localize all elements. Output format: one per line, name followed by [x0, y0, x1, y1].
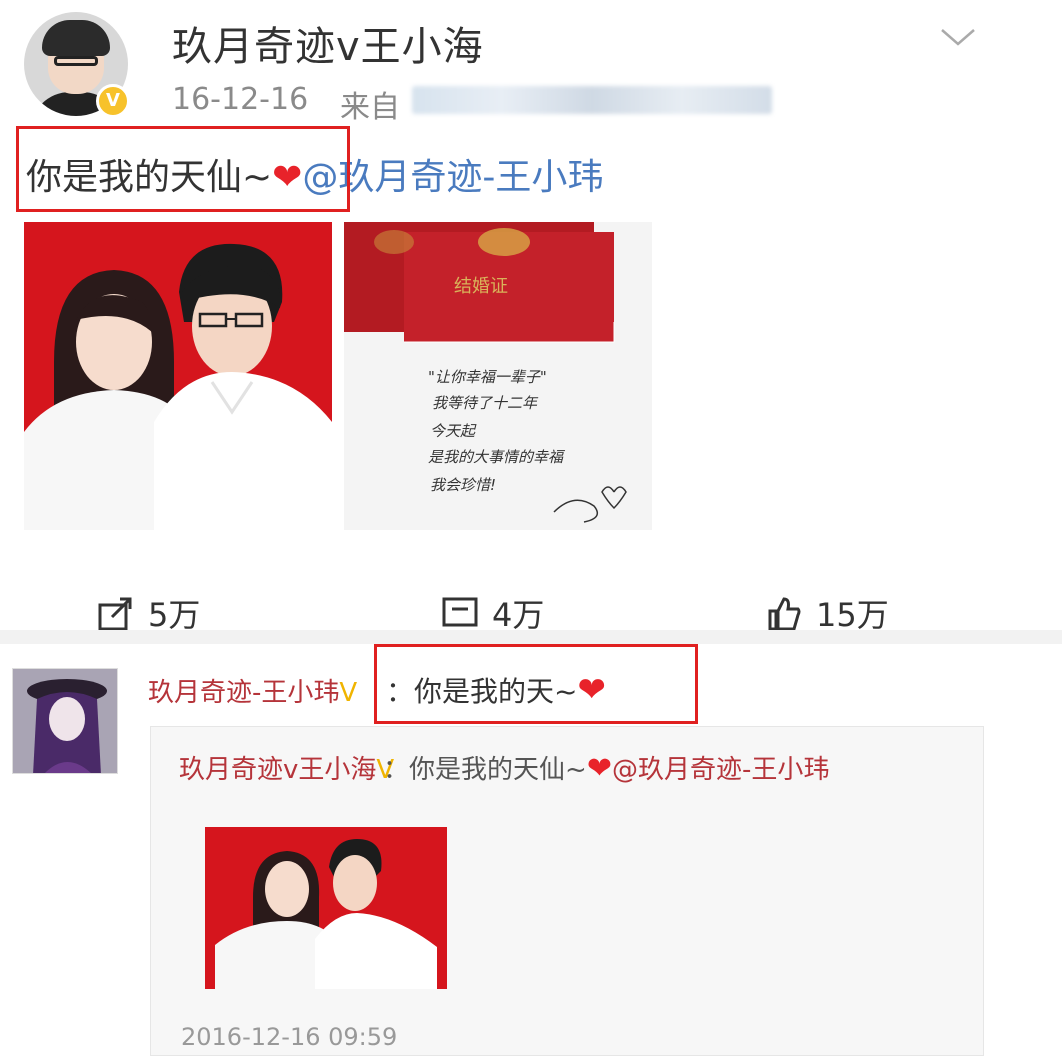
thumbs-up-icon — [768, 597, 801, 630]
repost-count: 5万 — [148, 596, 201, 630]
comment-button[interactable]: 4万 — [440, 590, 544, 630]
section-divider — [0, 630, 1062, 644]
note-line-5: 我会珍惜! — [430, 476, 496, 494]
repost-username-text[interactable]: 玖月奇迹v王小海 — [179, 755, 376, 785]
comment-item: 玖月奇迹-王小玮V ：你是我的天~❤ 玖月奇迹v王小海V ：你是我的天仙~❤@玖… — [0, 644, 1062, 1056]
repost-timestamp: 2016-12-16 09:59 — [181, 1023, 398, 1051]
like-count: 15万 — [816, 596, 889, 630]
certificate-title: 结婚证 — [454, 276, 508, 297]
repost-mention-link[interactable]: @玖月奇迹-王小玮 — [612, 755, 829, 785]
reposted-content[interactable]: 玖月奇迹v王小海V ：你是我的天仙~❤@玖月奇迹-王小玮 2016-12-16 … — [150, 726, 984, 1056]
share-icon — [98, 597, 132, 630]
highlight-box — [16, 126, 350, 212]
comment-icon — [442, 597, 478, 627]
note-line-1: "让你幸福一辈子" — [428, 368, 547, 386]
blurred-source — [412, 86, 772, 114]
post-image-couple[interactable] — [24, 222, 332, 530]
note-line-4: 是我的大事情的幸福 — [428, 448, 566, 466]
chevron-down-icon[interactable] — [938, 22, 978, 52]
post-action-bar: 5万 4万 15万 — [0, 590, 1062, 630]
repost-username[interactable]: 玖月奇迹v王小海V — [179, 749, 394, 786]
repost-body: 你是我的天仙~ — [409, 755, 587, 785]
note-line-3: 今天起 — [430, 422, 477, 440]
verified-badge-icon: V — [339, 678, 358, 708]
repost-text: ：你是我的天仙~❤@玖月奇迹-王小玮 — [383, 749, 829, 786]
repost-separator: ： — [383, 755, 410, 785]
post-username[interactable]: 玖月奇迹v王小海 — [172, 14, 484, 72]
verified-badge-icon: V — [96, 84, 130, 118]
weibo-post: V 玖月奇迹v王小海 16-12-16 来自 你是我的天仙~❤@玖月奇迹-王小玮 — [0, 0, 1062, 630]
post-source-label: 来自 — [340, 90, 400, 125]
commenter-username-text[interactable]: 玖月奇迹-王小玮 — [148, 678, 339, 708]
like-button[interactable]: 15万 — [764, 590, 889, 630]
post-date: 16-12-16 — [172, 82, 309, 117]
post-image-certificate[interactable]: 结婚证 "让你幸福一辈子" 我等待了十二年 今天起 是我的大事情的幸福 我会珍惜… — [344, 222, 652, 530]
repost-button[interactable]: 5万 — [96, 590, 200, 630]
commenter-avatar[interactable] — [12, 668, 118, 774]
note-line-2: 我等待了十二年 — [432, 394, 539, 412]
comment-count: 4万 — [492, 596, 545, 630]
repost-image-couple[interactable] — [205, 827, 447, 989]
heart-icon: ❤ — [586, 751, 612, 786]
commenter-username[interactable]: 玖月奇迹-王小玮V — [148, 672, 357, 709]
comment-highlight-box — [374, 644, 698, 724]
